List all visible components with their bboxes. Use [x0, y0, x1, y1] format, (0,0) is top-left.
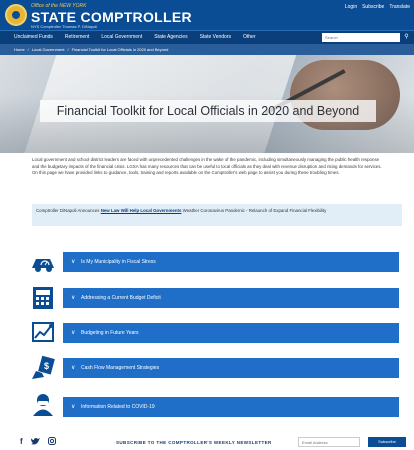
instagram-icon[interactable] — [47, 437, 56, 447]
hero-banner: Financial Toolkit for Local Officials in… — [0, 55, 414, 153]
login-link[interactable]: Login — [345, 4, 357, 10]
accordion-label: Budgeting in Future Years — [81, 330, 139, 336]
breadcrumb-separator: / — [67, 47, 69, 52]
nav-item-other[interactable]: Other — [243, 34, 256, 40]
accordion-budget-deficit[interactable]: ∨ Addressing a Current Budget Deficit — [63, 288, 399, 308]
breadcrumb-home[interactable]: Home — [14, 47, 25, 52]
newsletter-email-input[interactable] — [298, 437, 360, 447]
main-nav: Unclaimed Funds Retirement Local Governm… — [0, 30, 414, 44]
chart-icon — [30, 320, 56, 346]
accordion-cash-flow[interactable]: ∨ Cash Flow Management Strategies — [63, 358, 399, 378]
calculator-icon — [30, 285, 56, 311]
notice-link[interactable]: New Law Will Help Local Governments — [101, 208, 182, 213]
notice-prefix: Comptroller DiNapoli Announces — [36, 208, 100, 213]
newsletter-label: SUBSCRIBE TO THE COMPTROLLER'S WEEKLY NE… — [116, 440, 272, 445]
nav-item-retirement[interactable]: Retirement — [65, 34, 89, 40]
svg-text:$: $ — [44, 361, 49, 371]
accordion-label: Is My Municipality in Fiscal Stress — [81, 259, 156, 265]
newsletter-subscribe-button[interactable]: Subscribe — [368, 437, 406, 447]
utility-links: Login Subscribe Translate — [345, 4, 410, 10]
facebook-icon[interactable]: f — [20, 437, 23, 447]
search-icon[interactable]: ⚲ — [402, 33, 411, 42]
breadcrumb-separator: / — [27, 47, 29, 52]
accordion-label: Addressing a Current Budget Deficit — [81, 295, 161, 301]
intro-paragraph: Local government and school district lea… — [32, 157, 382, 176]
accordion-covid-info[interactable]: ∨ Information Related to COVID-19 — [63, 397, 399, 417]
chevron-down-icon: ∨ — [71, 404, 76, 410]
site-header: Office of the NEW YORK STATE COMPTROLLER… — [0, 0, 414, 30]
breadcrumb-current: Financial Toolkit for Local Officials in… — [71, 47, 169, 52]
notice-suffix: Weather Coronavirus Pandemic - Relaunch … — [182, 208, 327, 213]
chevron-down-icon: ∨ — [71, 365, 76, 371]
chevron-down-icon: ∨ — [71, 330, 76, 336]
person-mask-icon — [30, 391, 56, 417]
breadcrumb: Home / Local Government / Financial Tool… — [0, 44, 414, 55]
page-title: Financial Toolkit for Local Officials in… — [56, 104, 360, 118]
chevron-down-icon: ∨ — [71, 259, 76, 265]
accordion-label: Cash Flow Management Strategies — [81, 365, 160, 371]
nav-item-state-agencies[interactable]: State Agencies — [154, 34, 187, 40]
site-subtitle: NYS Comptroller Thomas P. DiNapoli — [31, 24, 98, 29]
announcement-notice: Comptroller DiNapoli Announces New Law W… — [32, 204, 402, 226]
site-title[interactable]: STATE COMPTROLLER — [31, 9, 192, 25]
subscribe-link[interactable]: Subscribe — [362, 4, 384, 10]
nav-item-unclaimed-funds[interactable]: Unclaimed Funds — [14, 34, 53, 40]
car-gauge-icon — [30, 250, 56, 276]
accordion-label: Information Related to COVID-19 — [81, 404, 155, 410]
accordion-budgeting-future[interactable]: ∨ Budgeting in Future Years — [63, 323, 399, 343]
translate-link[interactable]: Translate — [389, 4, 410, 10]
accordion-fiscal-stress[interactable]: ∨ Is My Municipality in Fiscal Stress — [63, 252, 399, 272]
twitter-icon[interactable] — [30, 437, 40, 447]
nav-item-local-government[interactable]: Local Government — [101, 34, 142, 40]
nav-item-state-vendors[interactable]: State Vendors — [200, 34, 231, 40]
state-seal-logo[interactable] — [5, 4, 27, 26]
cash-hand-icon: $ — [30, 355, 56, 381]
search-input[interactable] — [322, 33, 400, 42]
chevron-down-icon: ∨ — [71, 295, 76, 301]
breadcrumb-local-government[interactable]: Local Government — [32, 47, 65, 52]
social-links: f — [20, 437, 56, 447]
